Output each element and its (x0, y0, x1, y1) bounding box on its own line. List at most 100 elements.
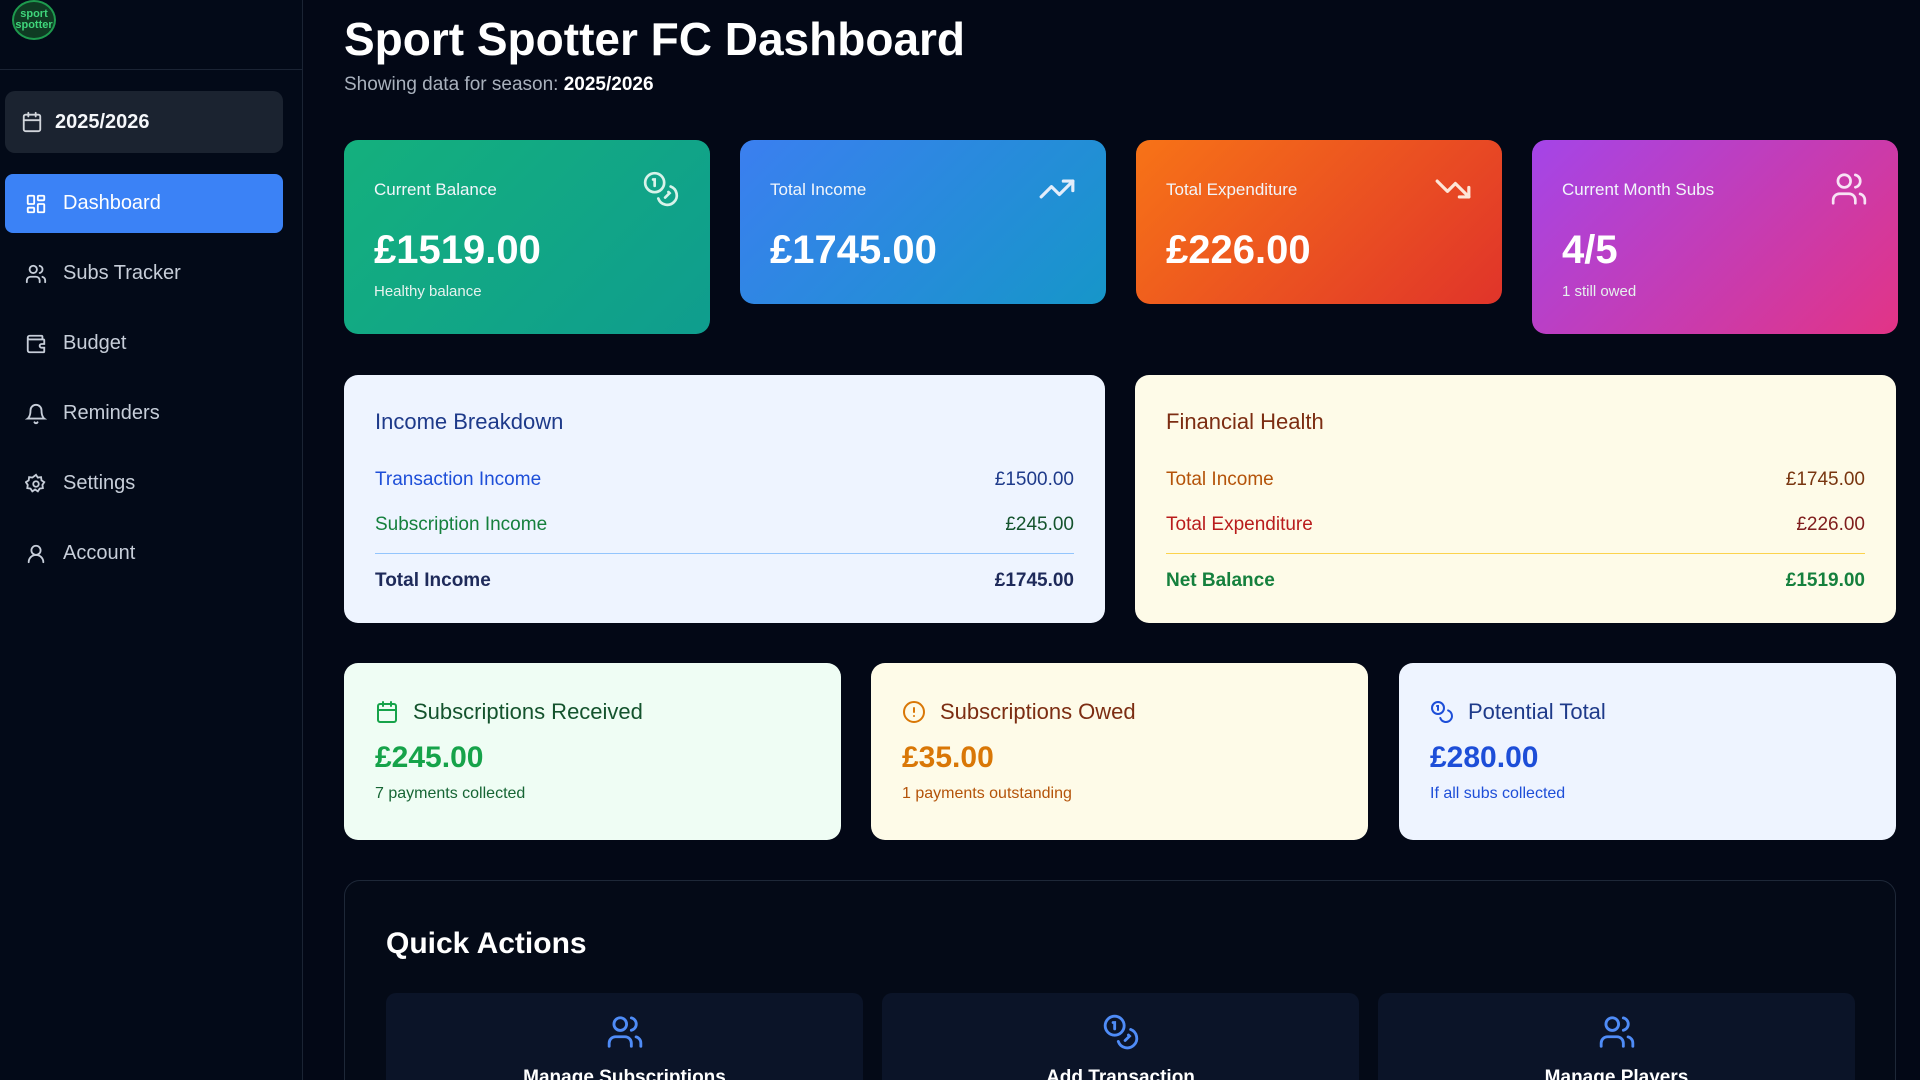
sidebar-item-budget[interactable]: Budget (5, 314, 283, 373)
card-title: Subscriptions Owed (940, 699, 1136, 724)
sidebar-nav: Dashboard Subs Tracker Budget Reminders … (5, 174, 283, 594)
stat-value: £1519.00 (374, 228, 541, 272)
sidebar-item-label: Account (63, 542, 136, 564)
subtitle-prefix: Showing data for season: (344, 74, 564, 95)
total-expenditure-card: Total Expenditure £226.00 (1136, 140, 1502, 304)
row-amount: £1745.00 (1785, 468, 1865, 490)
manage-players-button[interactable]: Manage Players (1378, 993, 1855, 1080)
row-amount: £245.00 (1005, 513, 1074, 535)
card-header: Subscriptions Owed (902, 699, 1337, 725)
button-label: Manage Subscriptions (523, 1067, 726, 1080)
sidebar-item-reminders[interactable]: Reminders (5, 384, 283, 443)
card-note: 1 payments outstanding (902, 785, 1072, 802)
breakdown-row: Subscription Income £245.00 (375, 502, 1074, 547)
sidebar-item-label: Dashboard (63, 192, 161, 214)
row-label: Total Income (1166, 468, 1274, 490)
users-icon (1830, 170, 1868, 208)
subtitle-season: 2025/2026 (563, 74, 654, 95)
wallet-icon (25, 333, 47, 355)
panel-title: Financial Health (1166, 409, 1324, 434)
trending-down-icon (1434, 170, 1472, 208)
bell-icon (25, 403, 47, 425)
card-note: 7 payments collected (375, 785, 526, 802)
quick-actions-title: Quick Actions (386, 927, 587, 960)
coins-icon (1430, 700, 1454, 724)
club-logo[interactable]: sport spotter (12, 0, 56, 40)
stat-value: £226.00 (1166, 228, 1311, 272)
row-amount: £226.00 (1796, 513, 1865, 535)
row-label: Total Income (375, 569, 491, 591)
health-row: Total Income £1745.00 (1166, 457, 1865, 502)
breakdown-row: Transaction Income £1500.00 (375, 457, 1074, 502)
card-header: Subscriptions Received (375, 699, 810, 725)
sidebar-item-settings[interactable]: Settings (5, 454, 283, 513)
divider (1166, 553, 1865, 554)
row-label: Net Balance (1166, 569, 1275, 591)
manage-subscriptions-button[interactable]: Manage Subscriptions (386, 993, 863, 1080)
quick-actions-panel: Quick Actions Manage Subscriptions Add T… (344, 880, 1896, 1080)
sidebar-item-label: Reminders (63, 402, 160, 424)
card-value: £280.00 (1430, 741, 1539, 774)
sidebar-item-subs-tracker[interactable]: Subs Tracker (5, 244, 283, 303)
users-icon (1598, 1013, 1636, 1051)
coins-icon (1102, 1013, 1140, 1051)
card-note: If all subs collected (1430, 785, 1566, 802)
divider (375, 553, 1074, 554)
total-income-card: Total Income £1745.00 (740, 140, 1106, 304)
card-value: £35.00 (902, 741, 994, 774)
coins-icon (642, 170, 680, 208)
gear-icon (25, 473, 47, 495)
row-label: Transaction Income (375, 468, 542, 490)
financial-health-panel: Financial Health Total Income £1745.00 T… (1135, 375, 1896, 623)
income-breakdown-panel: Income Breakdown Transaction Income £150… (344, 375, 1105, 623)
calendar-icon (375, 700, 399, 724)
row-label: Subscription Income (375, 513, 548, 535)
logo-area: sport spotter (0, 0, 302, 70)
sidebar-item-label: Subs Tracker (63, 262, 181, 284)
trending-up-icon (1038, 170, 1076, 208)
subscriptions-owed-card: Subscriptions Owed £35.00 1 payments out… (871, 663, 1368, 840)
panel-title: Income Breakdown (375, 409, 564, 434)
sidebar-item-dashboard[interactable]: Dashboard (5, 174, 283, 233)
stat-note: Healthy balance (374, 283, 482, 300)
current-balance-card: Current Balance £1519.00 Healthy balance (344, 140, 710, 334)
users-icon (25, 263, 47, 285)
potential-total-card: Potential Total £280.00 If all subs coll… (1399, 663, 1896, 840)
health-row: Total Expenditure £226.00 (1166, 502, 1865, 547)
page-title: Sport Spotter FC Dashboard (344, 13, 966, 65)
card-value: £245.00 (375, 741, 484, 774)
button-label: Manage Players (1544, 1067, 1689, 1080)
sidebar-item-label: Budget (63, 332, 127, 354)
card-title: Potential Total (1468, 699, 1606, 724)
card-header: Potential Total (1430, 699, 1865, 725)
season-selector[interactable]: 2025/2026 (5, 91, 283, 153)
sidebar-item-label: Settings (63, 472, 136, 494)
add-transaction-button[interactable]: Add Transaction (882, 993, 1359, 1080)
season-subtitle: Showing data for season: 2025/2026 (344, 74, 654, 96)
sidebar: sport spotter 2025/2026 Dashboard Subs T… (0, 0, 303, 1080)
current-month-subs-card: Current Month Subs 4/5 1 still owed (1532, 140, 1898, 334)
stat-value: 4/5 (1562, 228, 1618, 272)
total-row: Total Income £1745.00 (375, 558, 1074, 603)
logo-line-2: spotter (15, 19, 53, 31)
subscriptions-received-card: Subscriptions Received £245.00 7 payment… (344, 663, 841, 840)
users-icon (606, 1013, 644, 1051)
row-amount: £1500.00 (994, 468, 1074, 490)
button-label: Add Transaction (1046, 1067, 1195, 1080)
stat-label: Total Income (770, 180, 867, 199)
row-amount: £1519.00 (1785, 569, 1865, 591)
total-row: Net Balance £1519.00 (1166, 558, 1865, 603)
stat-label: Current Month Subs (1562, 180, 1715, 199)
calendar-icon (21, 111, 43, 133)
card-title: Subscriptions Received (413, 699, 643, 724)
user-icon (25, 543, 47, 565)
stat-value: £1745.00 (770, 228, 937, 272)
alert-circle-icon (902, 700, 926, 724)
sidebar-item-account[interactable]: Account (5, 524, 283, 583)
stat-label: Current Balance (374, 180, 497, 199)
row-amount: £1745.00 (994, 569, 1074, 591)
row-label: Total Expenditure (1166, 513, 1313, 535)
stat-label: Total Expenditure (1166, 180, 1298, 199)
stat-note: 1 still owed (1562, 283, 1637, 300)
season-label: 2025/2026 (55, 110, 150, 133)
